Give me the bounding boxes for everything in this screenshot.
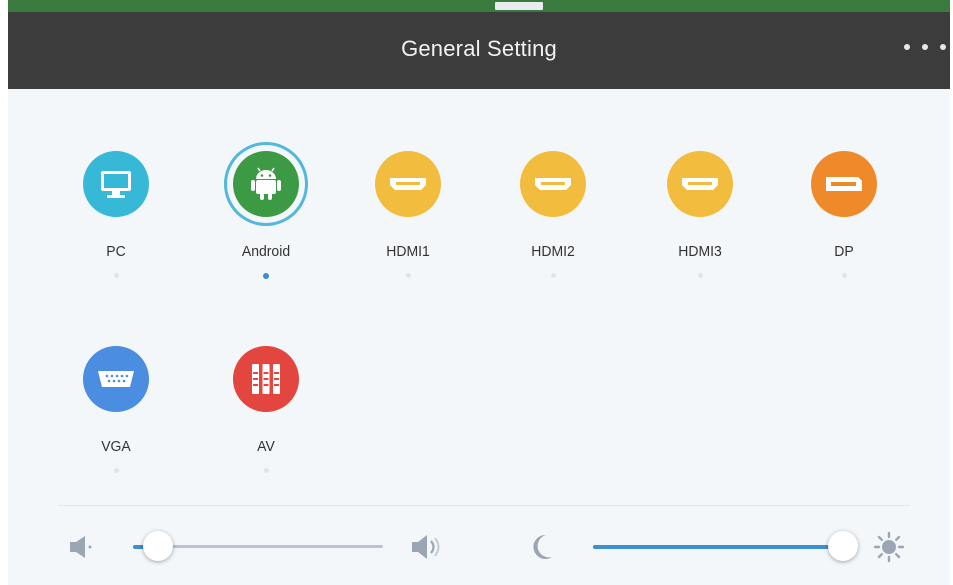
- source-vga[interactable]: VGA: [61, 340, 171, 473]
- source-indicator-dot: [405, 273, 411, 278]
- source-indicator-dot: [550, 273, 556, 278]
- source-icon-circle: [83, 346, 149, 412]
- source-icon-circle: [811, 151, 877, 217]
- volume-high-icon[interactable]: [410, 533, 444, 561]
- sun-icon[interactable]: [873, 531, 905, 563]
- hdmi-port-icon: [535, 178, 571, 190]
- source-hdmi1[interactable]: HDMI1: [353, 145, 463, 278]
- source-icon-circle: [233, 151, 299, 217]
- more-dot-icon: [940, 44, 946, 50]
- page-title: General Setting: [401, 36, 557, 61]
- monitor-icon: [101, 171, 131, 198]
- source-icon-circle: [83, 151, 149, 217]
- divider: [58, 505, 910, 506]
- source-icon-wrap: [227, 340, 305, 418]
- source-hdmi3[interactable]: HDMI3: [645, 145, 755, 278]
- source-indicator-dot: [263, 273, 269, 279]
- pull-handle[interactable]: [495, 2, 543, 10]
- source-label: HDMI3: [678, 242, 722, 260]
- source-android[interactable]: Android: [211, 145, 321, 279]
- source-indicator-dot: [841, 273, 847, 278]
- android-icon: [251, 167, 281, 200]
- source-icon-wrap: [805, 145, 883, 223]
- source-indicator-dot: [697, 273, 703, 278]
- source-icon-circle: [233, 346, 299, 412]
- more-dot-icon: [922, 44, 928, 50]
- source-icon-wrap: [77, 145, 155, 223]
- vga-port-icon: [98, 371, 134, 387]
- brightness-fill: [593, 545, 843, 549]
- source-icon-wrap: [77, 340, 155, 418]
- source-indicator-dot: [263, 468, 269, 473]
- source-icon-circle: [520, 151, 586, 217]
- hdmi-port-icon: [390, 178, 426, 190]
- source-label: PC: [106, 242, 126, 260]
- source-label: HDMI2: [531, 242, 575, 260]
- top-strip: [8, 0, 950, 12]
- source-icon-wrap: [514, 145, 592, 223]
- source-label: Android: [241, 242, 291, 260]
- source-label: VGA: [101, 437, 131, 455]
- brightness-knob[interactable]: [828, 531, 858, 561]
- volume-slider[interactable]: [133, 531, 383, 575]
- source-icon-wrap: [227, 145, 305, 223]
- more-dot-icon: [904, 44, 910, 50]
- hdmi-port-icon: [682, 178, 718, 190]
- source-icon-wrap: [369, 145, 447, 223]
- source-icon-circle: [667, 151, 733, 217]
- source-label: AV: [257, 437, 275, 455]
- more-options-button[interactable]: [904, 37, 946, 57]
- av-rca-icon: [252, 364, 280, 394]
- source-pc[interactable]: PC: [61, 145, 171, 278]
- source-dp[interactable]: DP: [789, 145, 899, 278]
- settings-panel: General Setting PC Android HDMI1 HDMI2 H…: [8, 12, 950, 585]
- source-indicator-dot: [113, 468, 119, 473]
- brightness-slider[interactable]: [593, 531, 858, 575]
- displayport-icon: [826, 177, 862, 191]
- source-label: HDMI1: [386, 242, 430, 260]
- source-indicator-dot: [113, 273, 119, 278]
- source-label: DP: [834, 242, 854, 260]
- source-hdmi2[interactable]: HDMI2: [498, 145, 608, 278]
- source-icon-circle: [375, 151, 441, 217]
- volume-low-icon[interactable]: [68, 534, 98, 560]
- source-av[interactable]: AV: [211, 340, 321, 473]
- volume-knob[interactable]: [143, 531, 173, 561]
- header-bar: General Setting: [8, 12, 950, 89]
- source-icon-wrap: [661, 145, 739, 223]
- moon-icon[interactable]: [528, 532, 556, 562]
